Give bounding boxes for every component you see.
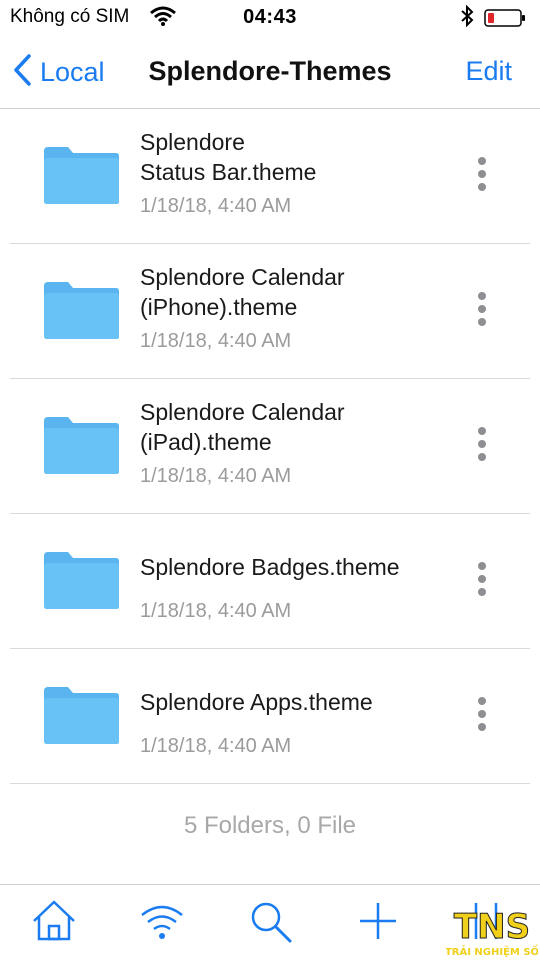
navigation-bar: Local Splendore-Themes Edit bbox=[0, 36, 540, 109]
item-text: Splendore Status Bar.theme 1/18/18, 4:40… bbox=[140, 127, 460, 218]
item-text: Splendore Calendar (iPhone).theme 1/18/1… bbox=[140, 262, 460, 353]
svg-text:TNS: TNS bbox=[454, 907, 530, 947]
search-icon[interactable] bbox=[246, 897, 294, 945]
item-name-line2: (iPad).theme bbox=[140, 429, 272, 455]
more-dots-icon bbox=[478, 427, 486, 435]
status-bar: Không có SIM 04:43 bbox=[0, 0, 540, 36]
item-name-line1: Splendore Calendar bbox=[140, 264, 345, 290]
folder-icon bbox=[42, 685, 120, 745]
list-item[interactable]: Splendore Calendar (iPhone).theme 1/18/1… bbox=[10, 244, 530, 379]
more-dots-icon bbox=[478, 697, 486, 705]
item-name-line2: (iPhone).theme bbox=[140, 294, 298, 320]
folder-count-summary: 5 Folders, 0 File bbox=[183, 812, 357, 839]
folder-icon bbox=[42, 415, 120, 475]
home-icon[interactable] bbox=[30, 897, 78, 945]
more-options-button[interactable] bbox=[474, 562, 490, 602]
watermark-logo: TNS TRẢI NGHIỆM SỐ bbox=[445, 904, 539, 960]
more-options-button[interactable] bbox=[474, 292, 490, 332]
folder-list: Splendore Status Bar.theme 1/18/18, 4:40… bbox=[0, 109, 540, 784]
item-date: 1/18/18, 4:40 AM bbox=[140, 330, 292, 352]
clock: 04:43 bbox=[243, 6, 297, 28]
list-item[interactable]: Splendore Status Bar.theme 1/18/18, 4:40… bbox=[10, 109, 530, 244]
more-options-button[interactable] bbox=[474, 697, 490, 737]
more-dots-icon bbox=[478, 562, 486, 570]
list-item[interactable]: Splendore Apps.theme 1/18/18, 4:40 AM bbox=[10, 649, 530, 784]
item-name-line1: Splendore bbox=[140, 129, 245, 155]
add-icon[interactable] bbox=[354, 897, 402, 945]
more-options-button[interactable] bbox=[474, 157, 490, 197]
item-date: 1/18/18, 4:40 AM bbox=[140, 465, 292, 487]
chevron-left-icon bbox=[12, 53, 32, 92]
edit-button[interactable]: Edit bbox=[465, 56, 512, 87]
battery-low-icon bbox=[484, 9, 525, 27]
list-item[interactable]: Splendore Calendar (iPad).theme 1/18/18,… bbox=[10, 379, 530, 514]
folder-icon bbox=[42, 145, 120, 205]
item-name-line1: Splendore Calendar bbox=[140, 399, 345, 425]
list-item[interactable]: Splendore Badges.theme 1/18/18, 4:40 AM bbox=[10, 514, 530, 649]
item-date: 1/18/18, 4:40 AM bbox=[140, 195, 292, 217]
back-button[interactable]: Local bbox=[12, 52, 105, 92]
back-label: Local bbox=[40, 56, 105, 87]
more-dots-icon bbox=[478, 157, 486, 165]
item-text: Splendore Badges.theme 1/18/18, 4:40 AM bbox=[140, 552, 460, 623]
bluetooth-icon bbox=[460, 4, 474, 33]
item-text: Splendore Apps.theme 1/18/18, 4:40 AM bbox=[140, 687, 460, 758]
item-name-line1: Splendore Badges.theme bbox=[140, 554, 400, 580]
item-date: 1/18/18, 4:40 AM bbox=[140, 600, 292, 622]
folder-icon bbox=[42, 550, 120, 610]
wifi-transfer-icon[interactable] bbox=[138, 897, 186, 945]
folder-icon bbox=[42, 280, 120, 340]
more-options-button[interactable] bbox=[474, 427, 490, 467]
item-date: 1/18/18, 4:40 AM bbox=[140, 735, 292, 757]
item-text: Splendore Calendar (iPad).theme 1/18/18,… bbox=[140, 397, 460, 488]
item-name-line1: Splendore Apps.theme bbox=[140, 689, 373, 715]
more-dots-icon bbox=[478, 292, 486, 300]
item-name-line2: Status Bar.theme bbox=[140, 159, 317, 185]
